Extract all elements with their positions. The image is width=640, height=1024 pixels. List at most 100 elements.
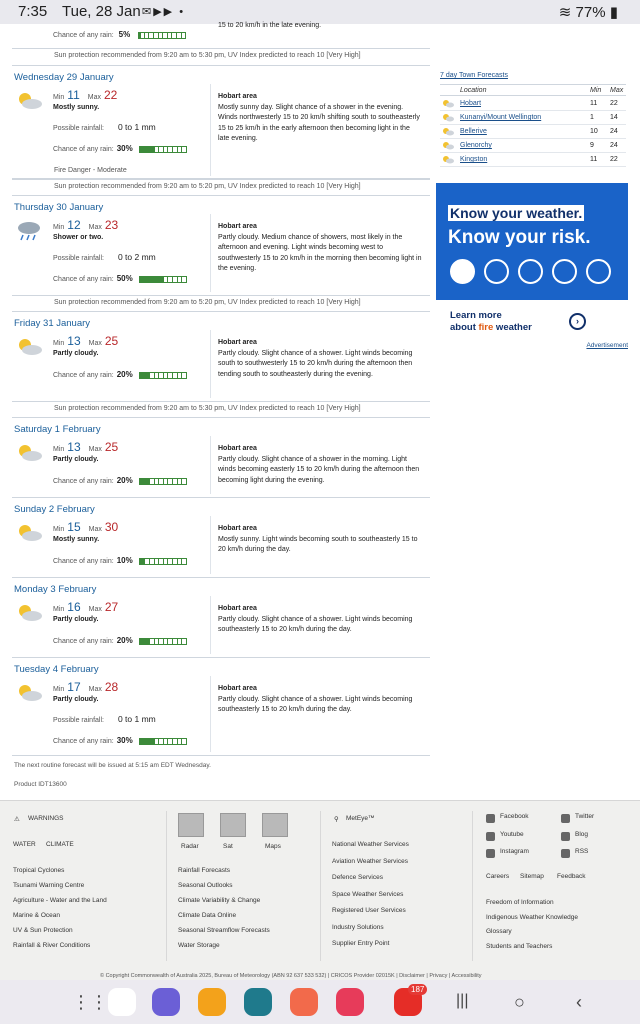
footer-link[interactable]: Seasonal Streamflow Forecasts bbox=[178, 927, 270, 934]
day-summary: Mostly sunny. bbox=[53, 536, 100, 543]
town-row[interactable]: Glenorchy 9 24 bbox=[440, 139, 626, 153]
social-link[interactable]: Twitter bbox=[575, 813, 594, 820]
thumb-label[interactable]: Maps bbox=[265, 843, 281, 850]
footer-link[interactable]: Climate Data Online bbox=[178, 912, 236, 919]
town-max: 24 bbox=[610, 142, 618, 149]
area-name: Hobart area bbox=[218, 223, 257, 230]
town-row[interactable]: Kunanyi/Mount Wellington 1 14 bbox=[440, 111, 626, 125]
social-link[interactable]: Instagram bbox=[500, 848, 529, 855]
social-link[interactable]: Youtube bbox=[500, 831, 524, 838]
learn-more-link[interactable]: Learn more about fire weather bbox=[450, 310, 532, 334]
site-footer: ⚠ WARNINGS WATER CLIMATE Tropical Cyclon… bbox=[0, 800, 640, 980]
footer-link[interactable]: Rainfall Forecasts bbox=[178, 867, 230, 874]
town-forecasts-link[interactable]: 7 day Town Forecasts bbox=[440, 72, 508, 79]
rain-chance-bar bbox=[138, 477, 187, 485]
social-link[interactable]: Facebook bbox=[500, 813, 529, 820]
max-temp: 27 bbox=[104, 600, 119, 614]
min-max: Min 13 Max 25 bbox=[53, 440, 119, 454]
fire-icon bbox=[450, 259, 475, 284]
min-max: Min 12 Max 23 bbox=[53, 218, 119, 232]
satellite-thumbnail[interactable] bbox=[220, 813, 246, 837]
thumb-label[interactable]: Radar bbox=[181, 843, 199, 850]
recents-button[interactable]: ||| bbox=[456, 992, 468, 1010]
back-button[interactable]: ‹ bbox=[576, 992, 582, 1013]
social-link[interactable]: RSS bbox=[575, 848, 588, 855]
warnings-link[interactable]: WARNINGS bbox=[28, 815, 64, 822]
rainfall-amount: 0 to 1 mm bbox=[117, 714, 156, 724]
rainfall-row: Possible rainfall: 0 to 1 mm bbox=[53, 714, 156, 724]
town-name[interactable]: Kingston bbox=[460, 156, 487, 163]
footer-link[interactable]: Students and Teachers bbox=[486, 943, 552, 950]
advertisement-link[interactable]: Advertisement bbox=[586, 342, 628, 349]
social-link[interactable]: Blog bbox=[575, 831, 588, 838]
rain-chance-row: Chance of any rain: 50% bbox=[53, 274, 187, 283]
footer-link[interactable]: Aviation Weather Services bbox=[332, 858, 408, 865]
footer-link[interactable]: Glossary bbox=[486, 928, 512, 935]
home-button[interactable]: ○ bbox=[514, 992, 525, 1013]
footer-link[interactable]: Rainfall & River Conditions bbox=[13, 942, 90, 949]
day-heading: Wednesday 29 January bbox=[14, 72, 114, 83]
water-link[interactable]: WATER bbox=[13, 841, 36, 848]
town-name[interactable]: Glenorchy bbox=[460, 142, 492, 149]
rain-chance-row: Chance of any rain: 30% bbox=[53, 144, 187, 153]
partly-cloudy-icon bbox=[15, 522, 43, 544]
town-min: 1 bbox=[590, 114, 594, 121]
footer-link[interactable]: Marine & Ocean bbox=[13, 912, 60, 919]
radar-thumbnail[interactable] bbox=[178, 813, 204, 837]
youtube-icon[interactable] bbox=[486, 832, 495, 841]
footer-link[interactable]: Indigenous Weather Knowledge bbox=[486, 914, 578, 921]
footer-link[interactable]: Supplier Entry Point bbox=[332, 940, 389, 947]
meteye-link[interactable]: MetEye™ bbox=[346, 815, 375, 822]
partly-cloudy-icon bbox=[442, 127, 454, 136]
town-name[interactable]: Bellerive bbox=[460, 128, 487, 135]
day-heading: Saturday 1 February bbox=[14, 424, 101, 435]
facebook-icon[interactable] bbox=[486, 814, 495, 823]
contacts-app-icon[interactable] bbox=[290, 988, 318, 1016]
town-name[interactable]: Kunanyi/Mount Wellington bbox=[460, 114, 541, 121]
footer-link[interactable]: Sitemap bbox=[520, 873, 544, 880]
area-name: Hobart area bbox=[218, 525, 257, 532]
rss-icon[interactable] bbox=[561, 849, 570, 858]
town-name[interactable]: Hobart bbox=[460, 100, 481, 107]
blog-icon[interactable] bbox=[561, 832, 570, 841]
footer-link[interactable]: National Weather Services bbox=[332, 841, 409, 848]
rain-chance: 30% bbox=[116, 144, 133, 153]
climate-link[interactable]: CLIMATE bbox=[46, 841, 74, 848]
town-row[interactable]: Bellerive 10 24 bbox=[440, 125, 626, 139]
thumb-label[interactable]: Sat bbox=[223, 843, 233, 850]
area-name: Hobart area bbox=[218, 339, 257, 346]
footer-link[interactable]: UV & Sun Protection bbox=[13, 927, 73, 934]
footer-link[interactable]: Freedom of Information bbox=[486, 899, 554, 906]
footer-link[interactable]: Registered User Services bbox=[332, 907, 406, 914]
rainfall-amount: 0 to 2 mm bbox=[117, 252, 156, 262]
rain-chance: 50% bbox=[116, 274, 133, 283]
twitter-icon[interactable] bbox=[561, 814, 570, 823]
camera-app-icon[interactable] bbox=[336, 988, 364, 1016]
footer-link[interactable]: Climate Variability & Change bbox=[178, 897, 260, 904]
footer-link[interactable]: Careers bbox=[486, 873, 509, 880]
instagram-icon[interactable] bbox=[486, 849, 495, 858]
chevron-right-icon[interactable]: › bbox=[569, 313, 586, 330]
town-row[interactable]: Kingston 11 22 bbox=[440, 153, 626, 167]
maps-thumbnail[interactable] bbox=[262, 813, 288, 837]
fire-weather-ad[interactable]: Know your weather. Know your risk. bbox=[436, 183, 628, 300]
footer-link[interactable]: Agriculture - Water and the Land bbox=[13, 897, 107, 904]
footer-link[interactable]: Water Storage bbox=[178, 942, 220, 949]
internet-app-icon[interactable] bbox=[152, 988, 180, 1016]
footer-link[interactable]: Industry Solutions bbox=[332, 924, 384, 931]
app-drawer-icon[interactable]: ⋮⋮ bbox=[72, 992, 108, 1013]
footer-link[interactable]: Space Weather Services bbox=[332, 891, 403, 898]
footer-link[interactable]: Tropical Cyclones bbox=[13, 867, 64, 874]
footer-link[interactable]: Feedback bbox=[557, 873, 586, 880]
day-summary: Shower or two. bbox=[53, 234, 104, 241]
partly-cloudy-icon bbox=[442, 155, 454, 164]
copyright: © Copyright Commonwealth of Australia 20… bbox=[100, 973, 482, 979]
footer-link[interactable]: Seasonal Outlooks bbox=[178, 882, 233, 889]
town-min: 11 bbox=[590, 156, 598, 163]
footer-link[interactable]: Tsunami Warning Centre bbox=[13, 882, 84, 889]
town-row[interactable]: Hobart 11 22 bbox=[440, 97, 626, 111]
calendar-app-icon[interactable] bbox=[244, 988, 272, 1016]
footer-link[interactable]: Defence Services bbox=[332, 874, 383, 881]
photos-app-icon[interactable] bbox=[108, 988, 136, 1016]
files-app-icon[interactable] bbox=[198, 988, 226, 1016]
